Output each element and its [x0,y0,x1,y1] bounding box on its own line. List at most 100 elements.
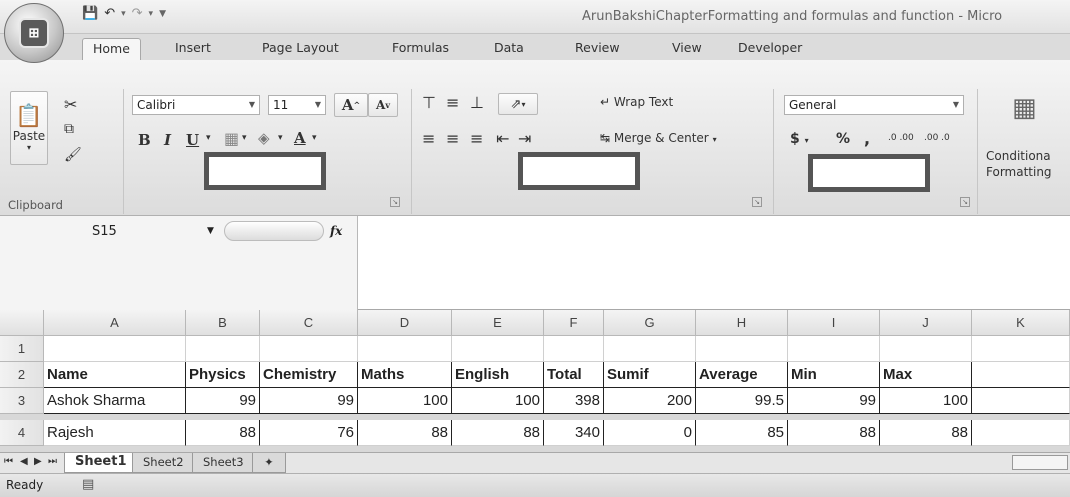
save-icon[interactable]: 💾 [82,6,98,21]
paste-button[interactable]: 📋 Paste ▾ [10,91,48,165]
format-painter-icon[interactable]: 🖌 [64,147,82,163]
font-color-button[interactable]: A [294,129,306,147]
cell[interactable]: 99.5 [696,388,788,414]
cell[interactable]: Average [696,362,788,388]
cell[interactable]: 88 [186,420,260,446]
tab-review[interactable]: Review [565,38,630,60]
font-name-combo[interactable]: Calibri ▼ [132,95,260,115]
cell[interactable] [544,336,604,362]
increase-indent-icon[interactable]: ⇥ [518,129,531,148]
cell[interactable]: English [452,362,544,388]
percent-button[interactable]: % [836,131,850,147]
insert-function-button[interactable]: fx [330,224,342,238]
undo-dropdown-icon[interactable]: ▾ [121,9,126,19]
conditional-formatting-label-2[interactable]: Formatting [986,165,1052,179]
col-header-a[interactable]: A [44,310,186,336]
cell[interactable] [972,336,1070,362]
wrap-text-button[interactable]: ↵ Wrap Text [600,95,673,109]
tab-sheet1[interactable]: Sheet1 [64,453,138,473]
cell[interactable] [452,336,544,362]
cell[interactable]: 88 [788,420,880,446]
row-header[interactable]: 3 [0,388,44,414]
cell[interactable] [186,336,260,362]
select-all-corner[interactable] [0,310,44,336]
cell[interactable]: 88 [452,420,544,446]
office-button[interactable]: ⊞ [4,3,64,63]
currency-button[interactable]: $ ▾ [790,131,809,147]
cell[interactable] [972,362,1070,388]
macro-record-icon[interactable]: ▤ [82,477,94,492]
align-right-icon[interactable]: ≡ [470,129,483,148]
chevron-down-icon[interactable]: ▾ [312,133,317,143]
conditional-formatting-icon[interactable]: ▦ [1012,93,1037,123]
decrease-decimal-button[interactable]: .00 .0 [924,133,950,143]
cell[interactable]: 200 [604,388,696,414]
align-center-icon[interactable]: ≡ [446,129,459,148]
cell[interactable]: Physics [186,362,260,388]
prev-sheet-icon[interactable]: ◀ [20,456,28,467]
cell[interactable]: Total [544,362,604,388]
chevron-down-icon[interactable]: ▾ [278,133,283,143]
cut-icon[interactable]: ✂ [64,95,77,114]
borders-icon[interactable]: ▦ [224,129,239,148]
alignment-dialog-launcher-icon[interactable]: ↘ [752,197,762,207]
col-header-g[interactable]: G [604,310,696,336]
font-size-combo[interactable]: 11 ▼ [268,95,326,115]
col-header-f[interactable]: F [544,310,604,336]
tab-developer[interactable]: Developer [728,38,812,60]
cell[interactable]: 99 [186,388,260,414]
cell[interactable]: 100 [880,388,972,414]
cell[interactable]: 99 [260,388,358,414]
shrink-font-button[interactable]: Av [368,93,398,117]
fill-color-icon[interactable]: ◈ [258,129,270,147]
cell[interactable] [972,388,1070,414]
bold-button[interactable]: B [138,131,151,149]
increase-decimal-button[interactable]: .0 .00 [888,133,914,143]
cell[interactable]: Min [788,362,880,388]
first-sheet-icon[interactable]: ⏮ [4,456,13,467]
cell[interactable]: Maths [358,362,452,388]
cell[interactable] [260,336,358,362]
comma-button[interactable]: , [864,129,870,148]
row-header[interactable]: 2 [0,362,44,388]
cell[interactable]: 88 [880,420,972,446]
formula-bar-handle[interactable] [224,221,324,241]
col-header-e[interactable]: E [452,310,544,336]
cell[interactable] [972,420,1070,446]
cell[interactable]: Max [880,362,972,388]
row-header[interactable]: 4 [0,420,44,446]
chevron-down-icon[interactable]: ▾ [242,133,247,143]
underline-button[interactable]: U [186,131,199,149]
insert-sheet-icon[interactable]: ✦ [252,453,286,473]
cell[interactable]: Ashok Sharma [44,388,186,414]
col-header-j[interactable]: J [880,310,972,336]
cell[interactable]: 99 [788,388,880,414]
cell[interactable]: Rajesh [44,420,186,446]
cell[interactable] [358,336,452,362]
number-dialog-launcher-icon[interactable]: ↘ [960,197,970,207]
grow-font-button[interactable]: A ^ [334,93,368,117]
col-header-d[interactable]: D [358,310,452,336]
tab-sheet2[interactable]: Sheet2 [132,453,195,473]
cell[interactable]: Sumif [604,362,696,388]
undo-icon[interactable]: ↶ [104,6,115,21]
cell[interactable]: 340 [544,420,604,446]
cell[interactable] [44,336,186,362]
merge-center-button[interactable]: ↹ Merge & Center ▾ [600,131,717,145]
chevron-down-icon[interactable]: ▼ [207,226,214,236]
tab-insert[interactable]: Insert [165,38,221,60]
cell[interactable]: 88 [358,420,452,446]
bottom-align-icon[interactable]: ⊥ [470,93,484,112]
cell[interactable]: 100 [452,388,544,414]
cell[interactable]: 0 [604,420,696,446]
cell[interactable]: 85 [696,420,788,446]
cell[interactable] [880,336,972,362]
cell[interactable]: Name [44,362,186,388]
top-align-icon[interactable]: ⊤ [422,93,436,112]
redo-dropdown-icon[interactable]: ▾ [149,9,154,19]
customize-qat-icon[interactable]: ▼ [159,9,166,19]
cell[interactable] [696,336,788,362]
tab-view[interactable]: View [662,38,712,60]
tab-page-layout[interactable]: Page Layout [252,38,349,60]
col-header-b[interactable]: B [186,310,260,336]
